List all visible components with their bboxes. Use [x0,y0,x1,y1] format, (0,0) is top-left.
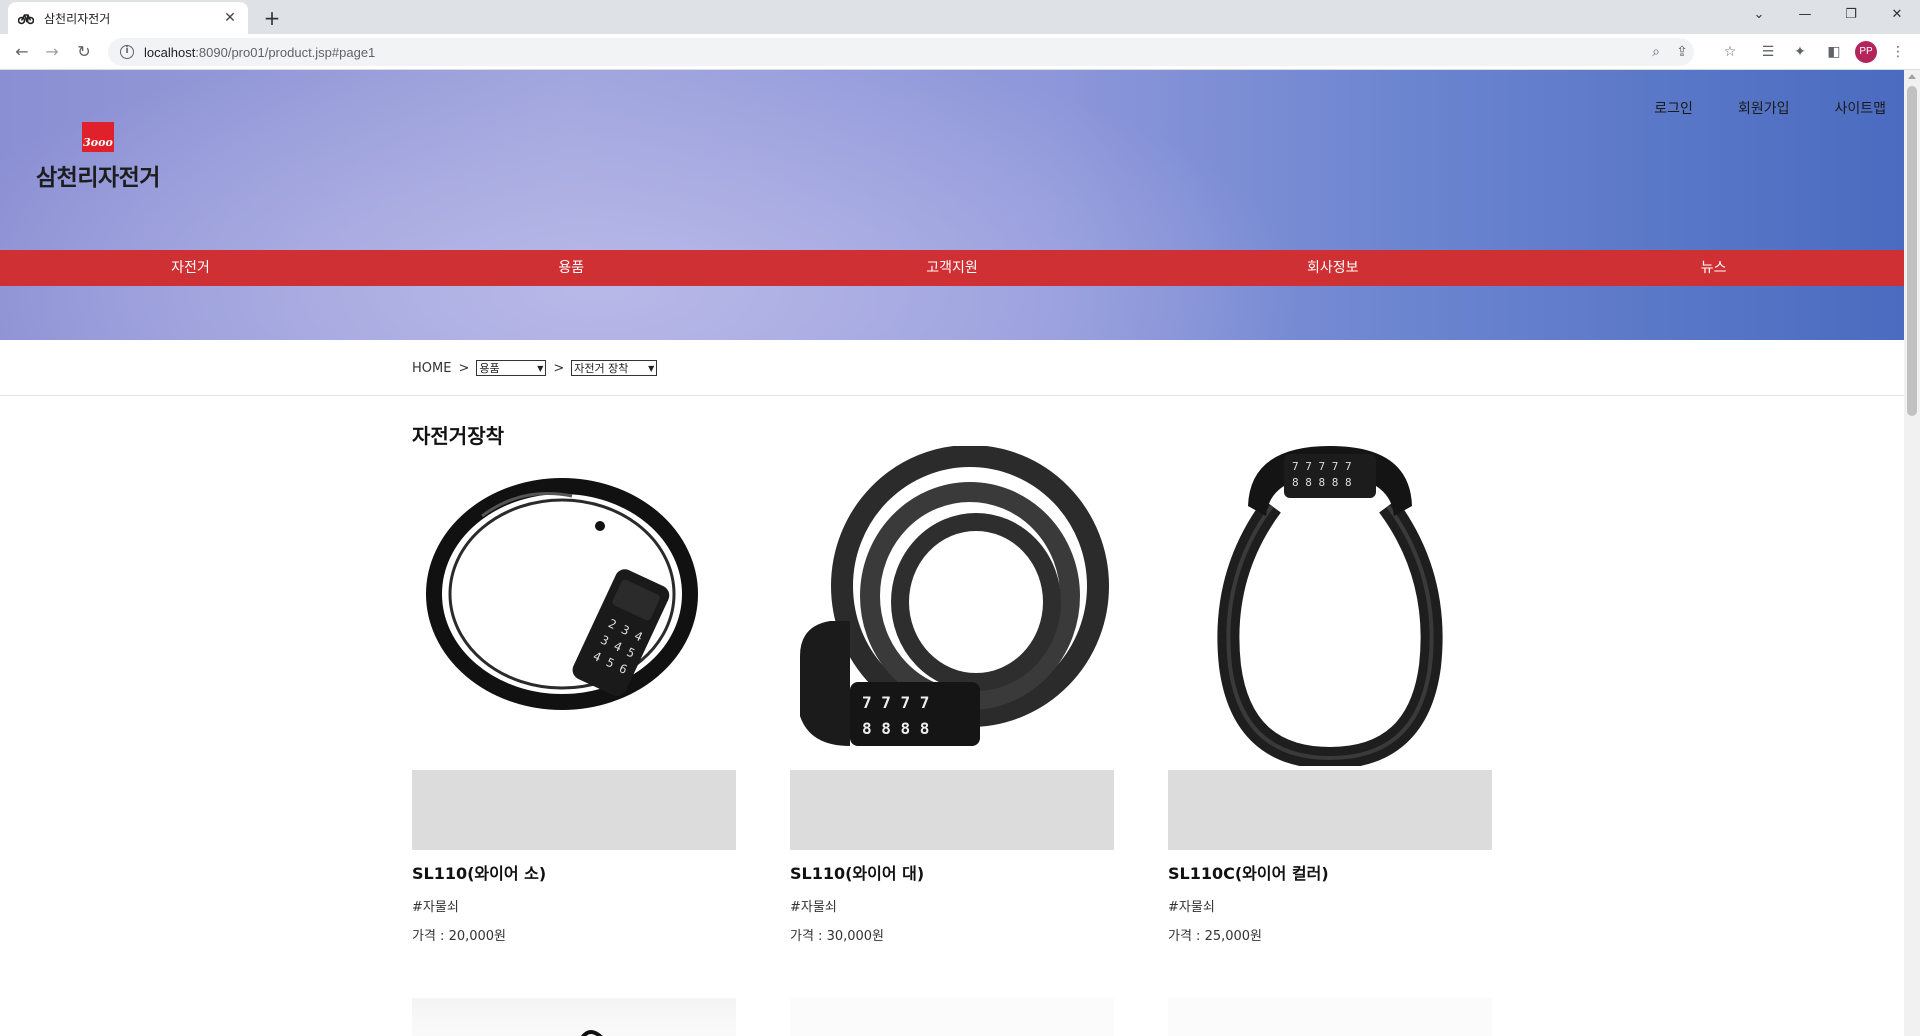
vertical-scrollbar[interactable] [1904,70,1920,1036]
forward-icon[interactable]: → [38,38,66,66]
browser-toolbar: ← → ↻ i localhost:8090/pro01/product.jsp… [0,34,1920,70]
category-select[interactable]: 용품 ▼ [476,360,547,376]
svg-text:7 7 7 7: 7 7 7 7 [862,693,929,712]
subcategory-select-value: 자전거 장착 [574,362,629,375]
category-select-value: 용품 [479,362,500,375]
signup-link[interactable]: 회원가입 [1738,98,1790,118]
svg-text:8 8 8 8 8: 8 8 8 8 8 [1292,476,1352,489]
url-text: localhost:8090/pro01/product.jsp#page1 [144,44,376,60]
bookmark-star-icon[interactable]: ☆ [1716,38,1744,66]
nav-item-support[interactable]: 고객지원 [762,250,1143,286]
product-card[interactable]: 7 7 7 7 8 8 8 8 SL110(와이어 대) #자물쇠 가격 : 3… [790,445,1114,944]
bicycle-icon [18,10,34,26]
menu-icon[interactable]: ⋮ [1884,38,1912,66]
product-image-cable-lock-color[interactable]: 7 7 7 7 7 8 8 8 8 8 [1168,446,1492,770]
site-info-icon[interactable]: i [120,45,134,59]
product-thumbnail-placeholder [790,770,1114,850]
product-price: 가격 : 30,000원 [790,929,885,944]
logo-mark: 3ooo [82,122,114,152]
minimize-button[interactable]: — [1782,0,1828,30]
profile-avatar[interactable]: PP [1855,41,1877,63]
extensions-icon[interactable]: ✦ [1786,38,1814,66]
chevron-down-icon: ▼ [537,363,544,373]
tab-search-icon[interactable]: ⌄ [1736,0,1782,30]
nav-item-news[interactable]: 뉴스 [1523,250,1904,286]
product-tag[interactable]: #자물쇠 [790,896,1114,915]
product-name[interactable]: SL110C(와이어 컬러) [1168,860,1492,884]
close-window-button[interactable]: ✕ [1874,0,1920,30]
site-logo[interactable]: 3ooo 삼천리자전거 [36,122,166,192]
product-card-partial[interactable] [1168,998,1492,1036]
product-card[interactable]: 2 3 4 3 4 5 4 5 6 SL110(와이어 소) #자물쇠 가격 :… [412,446,736,944]
product-thumbnail-placeholder [1168,770,1492,850]
scrollbar-thumb[interactable] [1907,86,1917,416]
breadcrumb: HOME > 용품 ▼ > 자전거 장착 ▼ [412,360,658,376]
product-thumbnail-placeholder [412,770,736,850]
product-name[interactable]: SL110(와이어 소) [412,860,736,884]
breadcrumb-bar: HOME > 용품 ▼ > 자전거 장착 ▼ [0,340,1904,396]
utility-links: 로그인 회원가입 사이트맵 [1654,98,1886,118]
scroll-up-arrow-icon[interactable] [1908,74,1916,79]
sitemap-link[interactable]: 사이트맵 [1834,98,1886,118]
svg-text:8 8 8 8: 8 8 8 8 [862,719,929,738]
zoom-icon[interactable]: ⌕ [1644,38,1668,66]
product-price: 가격 : 20,000원 [412,929,507,944]
restore-button[interactable]: ❐ [1828,0,1874,30]
section-title: 자전거장착 [412,424,504,448]
address-bar[interactable]: i localhost:8090/pro01/product.jsp#page1… [108,38,1694,66]
reading-list-icon[interactable]: ☰ [1754,38,1782,66]
login-link[interactable]: 로그인 [1654,98,1693,118]
page-viewport: 3ooo 삼천리자전거 로그인 회원가입 사이트맵 자전거 용품 고객지원 회사… [0,70,1904,1036]
share-icon[interactable]: ⇪ [1670,38,1694,66]
tab-title: 삼천리자전거 [44,11,111,26]
product-tag[interactable]: #자물쇠 [412,896,736,915]
browser-tab[interactable]: 삼천리자전거 ✕ [8,2,248,34]
nav-item-company[interactable]: 회사정보 [1142,250,1523,286]
new-tab-button[interactable]: + [258,4,286,32]
product-price: 가격 : 25,000원 [1168,929,1263,944]
back-icon[interactable]: ← [8,38,36,66]
svg-text:7 7 7 7 7: 7 7 7 7 7 [1292,460,1352,473]
product-tag[interactable]: #자물쇠 [1168,896,1492,915]
chevron-down-icon: ▼ [648,363,655,373]
reload-icon[interactable]: ↻ [70,38,98,66]
browser-tabstrip: 삼천리자전거 ✕ + ⌄ — ❐ ✕ [0,0,1920,34]
nav-item-accessories[interactable]: 용품 [381,250,762,286]
logo-text: 삼천리자전거 [36,165,160,191]
product-image-cable-lock-large[interactable]: 7 7 7 7 8 8 8 8 [790,445,1114,766]
product-name[interactable]: SL110(와이어 대) [790,860,1114,884]
breadcrumb-separator: > [458,360,470,376]
close-tab-icon[interactable]: ✕ [222,10,238,26]
main-navigation: 자전거 용품 고객지원 회사정보 뉴스 [0,250,1904,286]
side-panel-icon[interactable]: ◧ [1820,38,1848,66]
header-banner: 3ooo 삼천리자전거 로그인 회원가입 사이트맵 자전거 용품 고객지원 회사… [0,70,1904,340]
product-card-partial[interactable] [790,998,1114,1036]
breadcrumb-home[interactable]: HOME [412,361,451,376]
breadcrumb-separator: > [553,360,565,376]
product-image-cable-lock-small[interactable]: 2 3 4 3 4 5 4 5 6 [412,446,736,766]
subcategory-select[interactable]: 자전거 장착 ▼ [571,360,658,376]
nav-item-bicycle[interactable]: 자전거 [0,250,381,286]
product-card-partial[interactable] [412,998,736,1036]
product-card[interactable]: 7 7 7 7 7 8 8 8 8 8 SL110C(와이어 컬러) #자물쇠 … [1168,446,1492,944]
